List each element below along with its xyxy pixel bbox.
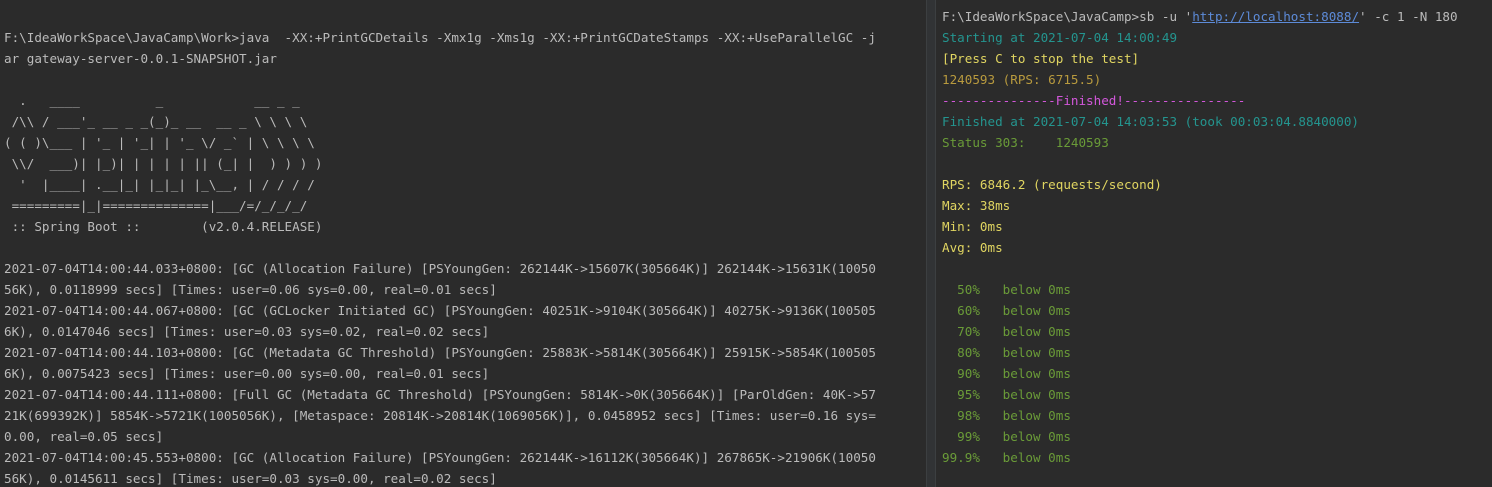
sb-command-line: F:\IdeaWorkSpace\JavaCamp>sb -u 'http://… — [942, 6, 1458, 27]
pane-splitter[interactable] — [926, 0, 936, 487]
sb-command-prefix: F:\IdeaWorkSpace\JavaCamp>sb -u ' — [942, 9, 1193, 24]
target-url-link[interactable]: http://localhost:8088/ — [1192, 9, 1359, 24]
gc-log-line: 2021-07-04T14:00:45.553+0800: [GC (Alloc… — [4, 450, 876, 465]
gc-log-line: 2021-07-04T14:00:44.103+0800: [GC (Metad… — [4, 345, 876, 360]
finished-banner: ---------------Finished!---------------- — [942, 93, 1246, 108]
finished-at-line: Finished at 2021-07-04 14:03:53 (took 00… — [942, 114, 1360, 129]
gc-log-line: 2021-07-04T14:00:44.111+0800: [Full GC (… — [4, 387, 876, 402]
percentile-line: 80% below 0ms — [942, 342, 1071, 363]
progress-line: 1240593 (RPS: 6715.5) — [942, 72, 1102, 87]
percentile-value: 80% — [942, 345, 980, 360]
percentile-value: 90% — [942, 366, 980, 381]
spring-banner-line: /\\ / ___'_ __ _ _(_)_ __ __ _ \ \ \ \ — [4, 114, 308, 129]
percentile-text: below 0ms — [979, 324, 1071, 339]
percentile-line: 99.9% below 0ms — [942, 447, 1071, 468]
percentile-value: 50% — [942, 282, 980, 297]
percentile-value: 99.9% — [942, 450, 980, 465]
max-latency-line: Max: 38ms — [942, 198, 1011, 213]
percentile-text: below 0ms — [979, 345, 1071, 360]
left-terminal-pane[interactable]: F:\IdeaWorkSpace\JavaCamp\Work>java -XX:… — [0, 0, 926, 487]
percentile-line: 50% below 0ms — [942, 279, 1071, 300]
spring-banner-line: =========|_|==============|___/=/_/_/_/ — [4, 198, 308, 213]
percentile-text: below 0ms — [979, 408, 1071, 423]
min-latency-line: Min: 0ms — [942, 219, 1003, 234]
rps-line: RPS: 6846.2 (requests/second) — [942, 177, 1162, 192]
java-command-line-2: ar gateway-server-0.0.1-SNAPSHOT.jar — [4, 51, 277, 66]
percentile-value: 95% — [942, 387, 980, 402]
status-line: Status 303: 1240593 — [942, 135, 1109, 150]
percentile-value: 99% — [942, 429, 980, 444]
gc-log-line: 0.00, real=0.05 secs] — [4, 429, 164, 444]
percentile-text: below 0ms — [979, 366, 1071, 381]
right-terminal-pane[interactable]: F:\IdeaWorkSpace\JavaCamp>sb -u 'http://… — [936, 0, 1492, 487]
percentile-line: 60% below 0ms — [942, 300, 1071, 321]
java-command-line-1: F:\IdeaWorkSpace\JavaCamp\Work>java -XX:… — [4, 30, 876, 45]
gc-log-line: 2021-07-04T14:00:44.033+0800: [GC (Alloc… — [4, 261, 876, 276]
spring-banner-line: ' |____| .__|_| |_|_| |_\__, | / / / / — [4, 177, 315, 192]
percentile-line: 70% below 0ms — [942, 321, 1071, 342]
spring-banner-line: ( ( )\___ | '_ | '_| | '_ \/ _` | \ \ \ … — [4, 135, 315, 150]
terminal-window: F:\IdeaWorkSpace\JavaCamp\Work>java -XX:… — [0, 0, 1492, 487]
percentile-line: 90% below 0ms — [942, 363, 1071, 384]
percentile-value: 98% — [942, 408, 980, 423]
press-c-hint: [Press C to stop the test] — [942, 51, 1140, 66]
gc-log-line: 56K), 0.0118999 secs] [Times: user=0.06 … — [4, 282, 497, 297]
spring-boot-version-line: :: Spring Boot :: (v2.0.4.RELEASE) — [4, 219, 323, 234]
percentile-text: below 0ms — [979, 387, 1071, 402]
starting-at-line: Starting at 2021-07-04 14:00:49 — [942, 30, 1178, 45]
gc-log-line: 56K), 0.0145611 secs] [Times: user=0.03 … — [4, 471, 497, 486]
spring-banner-line: . ____ _ __ _ _ — [4, 93, 300, 108]
percentile-text: below 0ms — [979, 303, 1071, 318]
sb-command-suffix: ' -c 1 -N 180 — [1359, 9, 1458, 24]
gc-log-line: 6K), 0.0147046 secs] [Times: user=0.03 s… — [4, 324, 490, 339]
gc-log-line: 21K(699392K)] 5854K->5721K(1005056K), [M… — [4, 408, 876, 423]
percentile-text: below 0ms — [979, 282, 1071, 297]
percentile-line: 99% below 0ms — [942, 426, 1071, 447]
percentile-line: 95% below 0ms — [942, 384, 1071, 405]
percentile-value: 60% — [942, 303, 980, 318]
spring-banner-line: \\/ ___)| |_)| | | | | || (_| | ) ) ) ) — [4, 156, 323, 171]
avg-latency-line: Avg: 0ms — [942, 240, 1003, 255]
percentile-text: below 0ms — [979, 450, 1071, 465]
gc-log-line: 6K), 0.0075423 secs] [Times: user=0.00 s… — [4, 366, 490, 381]
percentile-line: 98% below 0ms — [942, 405, 1071, 426]
gc-log-line: 2021-07-04T14:00:44.067+0800: [GC (GCLoc… — [4, 303, 876, 318]
percentile-value: 70% — [942, 324, 980, 339]
percentile-text: below 0ms — [979, 429, 1071, 444]
